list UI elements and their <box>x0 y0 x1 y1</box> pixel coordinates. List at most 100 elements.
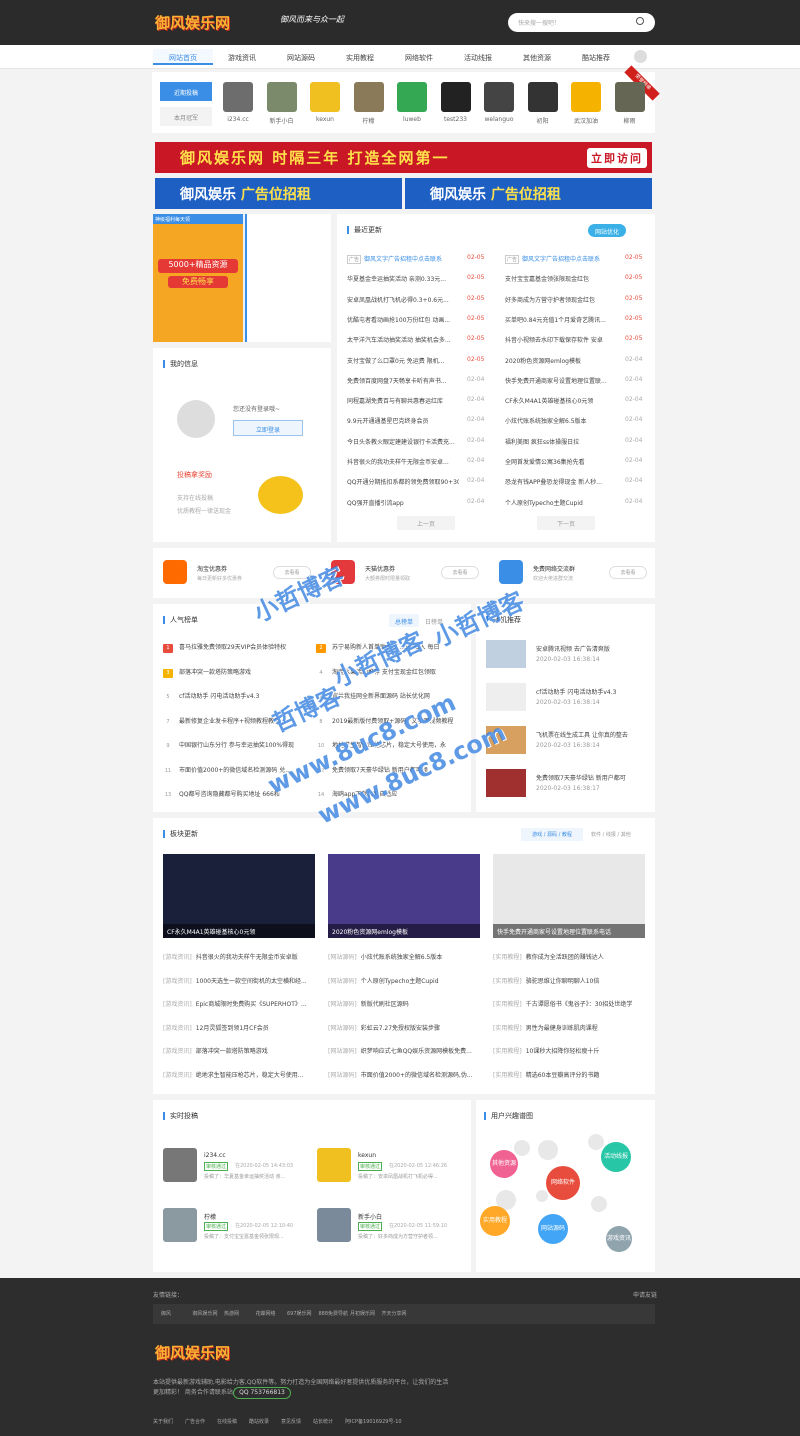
contributor-name[interactable]: i234.cc <box>219 116 257 123</box>
random-title[interactable]: 飞机票在线生成工具 让你真的整去 <box>536 730 628 739</box>
contributor-item[interactable]: 新手小白 <box>263 82 301 125</box>
contributor-name[interactable]: 初阳 <box>524 116 562 125</box>
nav-item[interactable]: 酷站推荐 <box>566 53 626 63</box>
block-title[interactable]: 精选60本豆瓣高评分的书籍 <box>526 1072 600 1079</box>
block-category[interactable]: [网站源码] <box>328 1025 357 1032</box>
news-item[interactable]: 支付宝做了么口罩0元 免运费 限机... <box>347 356 459 368</box>
friend-link[interactable]: 花蝶网络 <box>256 1310 276 1317</box>
nav-item[interactable]: 网站首页 <box>153 49 213 65</box>
news-title[interactable]: 9.9元开通通基星巴克终身会员 <box>347 418 429 425</box>
next-page-button[interactable]: 下一页 <box>537 516 595 530</box>
realtime-avatar[interactable] <box>317 1208 351 1242</box>
news-item[interactable]: 广告 御风文字广告招租中点击联系 <box>505 254 617 266</box>
block-title[interactable]: 新版代刷社区源码 <box>361 1001 409 1008</box>
block-title[interactable]: 男性为最健身训练肌肉课程 <box>526 1025 598 1032</box>
realtime-name[interactable]: 柠檬 <box>204 1212 216 1221</box>
optimize-badge[interactable]: 网站优化 <box>588 224 626 237</box>
contributor-item[interactable]: 武汉加油 <box>567 82 605 125</box>
contributor-avatar[interactable] <box>440 82 471 112</box>
coupon-button[interactable]: 去看看 <box>441 566 479 579</box>
news-title[interactable]: 华夏基金幸运抽奖活动 亲测0.33元... <box>347 276 446 283</box>
news-title[interactable]: 御风文字广告招租中点击联系 <box>522 256 600 263</box>
block-category[interactable]: [游戏资讯] <box>163 1025 192 1032</box>
contributor-name[interactable]: 武汉加油 <box>567 116 605 125</box>
realtime-name[interactable]: 新手小白 <box>358 1212 382 1221</box>
contributor-name[interactable]: 柳雨 <box>611 116 649 125</box>
contributor-item[interactable]: i234.cc <box>219 82 257 123</box>
footer-logo[interactable]: 御风娱乐网 <box>155 1342 230 1363</box>
contributor-item[interactable]: welanguo <box>480 82 518 123</box>
rank-title[interactable]: cf活动助手 闪电活动助手v4.3 <box>179 693 259 700</box>
block-category[interactable]: [网站源码] <box>328 954 357 961</box>
news-title[interactable]: 支付宝做了么口罩0元 免运费 限机... <box>347 358 444 365</box>
contributor-item[interactable]: luweb <box>393 82 431 123</box>
block-list-item[interactable]: [实用教程] 10课秒大招降你轻松瘦十斤 <box>493 1046 645 1055</box>
user-avatar-icon[interactable] <box>634 50 647 63</box>
block-card-caption[interactable]: 2020粉色资源网emlog模板 <box>328 924 480 938</box>
block-category[interactable]: [游戏资讯] <box>163 1048 192 1055</box>
block-title[interactable]: 1000天选生一款空间街机的太空横和经... <box>196 978 307 985</box>
realtime-desc[interactable]: 投稿了：支付宝宝嘉基金领张限现... <box>204 1233 284 1240</box>
interest-bubble[interactable]: 活动线报 <box>601 1142 631 1172</box>
nav-item[interactable]: 网络软件 <box>389 53 449 63</box>
tab-game-source[interactable]: 游戏 / 源码 / 教程 <box>521 828 583 841</box>
block-title[interactable]: 绝地求生智能压枪芯片，稳定大号使用... <box>196 1072 304 1079</box>
block-category[interactable]: [游戏资讯] <box>163 1001 192 1008</box>
news-item[interactable]: 同程嘉湖免费百与有聊共惠春运红库 <box>347 396 459 408</box>
news-title[interactable]: 太平洋汽车活动抽奖活动 抽奖机会多... <box>347 337 451 344</box>
friend-link[interactable]: 齐天分享网 <box>382 1310 407 1317</box>
footer-link[interactable]: 意见反馈 <box>281 1418 301 1425</box>
news-item[interactable]: 安卓凤凰战机打飞机必得0.3+0.6元... <box>347 295 459 307</box>
block-list-item[interactable]: [游戏资讯] 1000天选生一款空间街机的太空横和经... <box>163 976 315 985</box>
news-title[interactable]: 全网首发爱情公寓36集抢先看 <box>505 459 585 466</box>
news-title[interactable]: 抖音很火的我功夫样牛无限金币安卓... <box>347 459 449 466</box>
news-item[interactable]: 小炫代账系统独家全解6.5版本 <box>505 416 617 428</box>
footer-link[interactable]: 关于我们 <box>153 1418 173 1425</box>
contributor-item[interactable]: 柳雨 <box>611 82 649 125</box>
rank-item[interactable]: 3 部落冲突一款塔防策略游戏 <box>163 667 313 679</box>
news-title[interactable]: 支付宝宝嘉基金领张限现金红包 <box>505 276 589 283</box>
coupon-button[interactable]: 去看看 <box>609 566 647 579</box>
visit-button[interactable]: 立即访问 <box>587 148 647 168</box>
random-title[interactable]: cf活动助手 闪电活动助手v4.3 <box>536 687 616 696</box>
block-category[interactable]: [游戏资讯] <box>163 1072 192 1079</box>
block-title[interactable]: 骆驼思维让你聊明聊人10倍 <box>526 978 600 985</box>
block-card-caption[interactable]: CF永久M4A1英雄碰基核心0元领 <box>163 924 315 938</box>
block-title[interactable]: 小炫代账系统独家全解6.5版本 <box>361 954 443 961</box>
coupon-title[interactable]: 天猫优惠券 <box>365 564 395 573</box>
rank-title[interactable]: 中国银行山东分行 参与幸运抽奖100%得现 <box>179 742 294 749</box>
rank-title[interactable]: 宜兰我挂网全新界面源码 站长优化网 <box>332 693 430 700</box>
block-title[interactable]: 12月灵狐签到领1月CF会员 <box>196 1025 269 1032</box>
news-item[interactable]: 优酷屯者看动画抢100万份红包 动画... <box>347 315 459 327</box>
block-list-item[interactable]: [网站源码] 个人原创Typecho主题Cupid <box>328 976 480 985</box>
search-input[interactable]: 快来搜一搜吧！ <box>508 13 655 32</box>
news-item[interactable]: 快手免费开通商家号设置地理位置联... <box>505 376 617 388</box>
block-list-item[interactable]: [实用教程] 教你成为全活跃团的赚钱达人 <box>493 952 645 961</box>
tab-month[interactable]: 本月冠军 <box>160 107 212 126</box>
block-list-item[interactable]: [游戏资讯] 抖音很火的我功夫样牛无限金币安卓版 <box>163 952 315 961</box>
friend-link[interactable]: 月初娱乐网 <box>350 1310 375 1317</box>
block-category[interactable]: [网站源码] <box>328 978 357 985</box>
contributor-item[interactable]: test233 <box>437 82 475 123</box>
block-category[interactable]: [实用教程] <box>493 954 522 961</box>
news-item[interactable]: 抖音小视频去水印下载保存软件 安卓 <box>505 335 617 347</box>
nav-item[interactable]: 其他资源 <box>507 53 567 63</box>
block-list-item[interactable]: [实用教程] 千古谭愿俗书《鬼谷子》：30招处世绝学 <box>493 999 645 1008</box>
block-list-item[interactable]: [网站源码] 新版代刷社区源码 <box>328 999 480 1008</box>
block-list-item[interactable]: [实用教程] 骆驼思维让你聊明聊人10倍 <box>493 976 645 985</box>
news-item[interactable]: 个人原创Typecho主题Cupid <box>505 498 617 510</box>
news-item[interactable]: 免费领百度网盘7天畅享卡听有声书... <box>347 376 459 388</box>
news-title[interactable]: 快手免费开通商家号设置地理位置联... <box>505 378 607 385</box>
news-title[interactable]: 福利美图 疯狂ss体操服日拉 <box>505 439 579 446</box>
block-title[interactable]: 织梦响应式七鱼QQ娱乐资源网模板免费... <box>361 1048 472 1055</box>
main-banner[interactable]: 御风娱乐网 时隔三年 打造全网第一 立即访问 <box>155 142 652 173</box>
contributor-avatar[interactable] <box>397 82 427 112</box>
block-category[interactable]: [实用教程] <box>493 1048 522 1055</box>
block-title[interactable]: 部落冲突一款塔防策略游戏 <box>196 1048 268 1055</box>
block-category[interactable]: [游戏资讯] <box>163 978 192 985</box>
block-category[interactable]: [实用教程] <box>493 978 522 985</box>
contributor-avatar[interactable] <box>310 82 340 112</box>
news-title[interactable]: 买单吧0.84元充值1个月爱奇艺腾讯... <box>505 317 606 324</box>
news-item[interactable]: 买单吧0.84元充值1个月爱奇艺腾讯... <box>505 315 617 327</box>
qq-button[interactable]: QQ 753766813 <box>233 1387 291 1399</box>
